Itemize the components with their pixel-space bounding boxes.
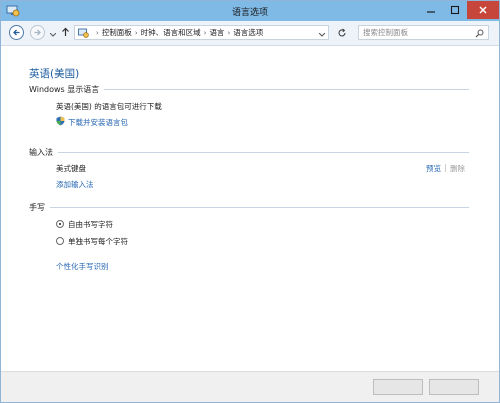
address-dropdown[interactable]	[318, 30, 326, 39]
language-name-heading: 英语(美国)	[29, 68, 80, 80]
freeform-handwriting-label[interactable]: 自由书写字符	[68, 219, 113, 230]
shield-icon	[56, 116, 65, 128]
input-method-heading-text: 输入法	[29, 147, 53, 157]
search-icon[interactable]	[475, 29, 484, 42]
chevron-right-icon: ›	[134, 28, 138, 37]
delete-link: 删除	[450, 164, 465, 173]
language-pack-status: 英语(美国) 的语言包可进行下载	[56, 102, 162, 111]
back-button[interactable]	[9, 25, 24, 40]
close-icon	[479, 6, 487, 14]
forward-arrow-icon	[34, 29, 41, 36]
minimize-button[interactable]	[419, 1, 443, 19]
up-arrow-icon	[62, 27, 69, 36]
chevron-right-icon: ›	[203, 28, 207, 37]
divider	[104, 88, 469, 90]
chevron-down-icon	[49, 32, 57, 37]
chevron-down-icon	[318, 32, 326, 37]
preview-link[interactable]: 预览	[426, 163, 441, 174]
handwriting-heading-text: 手写	[29, 202, 45, 212]
title-bar[interactable]: 语言选项	[1, 1, 499, 21]
refresh-button[interactable]	[333, 25, 351, 40]
breadcrumb-control-panel[interactable]: 控制面板	[102, 27, 132, 38]
chevron-right-icon: ›	[227, 28, 231, 37]
display-language-section-heading: Windows 显示语言	[29, 83, 469, 95]
address-field[interactable]: › 控制面板 › 时钟、语言和区域 › 语言 › 语言选项	[74, 25, 329, 40]
search-placeholder: 搜索控制面板	[363, 28, 408, 37]
radio-single-character-handwriting[interactable]	[56, 237, 64, 245]
cancel-button[interactable]	[429, 379, 479, 395]
divider	[50, 206, 469, 208]
personalize-handwriting-link[interactable]: 个性化手写识别	[56, 261, 109, 272]
download-language-pack-link[interactable]: 下载并安装语言包	[68, 117, 128, 128]
us-keyboard-label: 美式键盘	[56, 164, 86, 173]
save-button[interactable]	[373, 379, 423, 395]
link-separator: |	[444, 163, 447, 172]
breadcrumb-language-options[interactable]: 语言选项	[233, 27, 263, 38]
breadcrumb-language[interactable]: 语言	[209, 27, 224, 38]
display-language-heading-text: Windows 显示语言	[29, 84, 100, 94]
up-button[interactable]	[61, 27, 70, 39]
control-panel-icon	[78, 28, 89, 38]
divider	[58, 151, 469, 153]
radio-freeform-handwriting[interactable]	[56, 220, 64, 228]
main-content: 英语(美国) Windows 显示语言 英语(美国) 的语言包可进行下载 下载并…	[1, 46, 499, 372]
language-options-window: 语言选项 › 控制面板 › 时钟、语言和区域 › 语言 › 语言选项 搜索控制面…	[0, 0, 500, 403]
recent-pages-dropdown[interactable]	[49, 30, 57, 39]
handwriting-section-heading: 手写	[29, 201, 469, 213]
breadcrumb-clock-language-region[interactable]: 时钟、语言和区域	[141, 27, 201, 38]
chevron-right-icon: ›	[96, 28, 99, 37]
address-toolbar: › 控制面板 › 时钟、语言和区域 › 语言 › 语言选项 搜索控制面板	[1, 21, 499, 46]
maximize-button[interactable]	[443, 1, 467, 19]
search-input[interactable]: 搜索控制面板	[358, 25, 489, 40]
single-character-handwriting-label[interactable]: 单独书写每个字符	[68, 236, 128, 247]
back-arrow-icon	[13, 29, 20, 36]
input-method-section-heading: 输入法	[29, 146, 469, 158]
dialog-footer	[1, 371, 499, 402]
add-input-method-link[interactable]: 添加输入法	[56, 179, 94, 190]
forward-button[interactable]	[30, 25, 45, 40]
refresh-icon	[338, 28, 346, 36]
close-button[interactable]	[467, 1, 499, 19]
